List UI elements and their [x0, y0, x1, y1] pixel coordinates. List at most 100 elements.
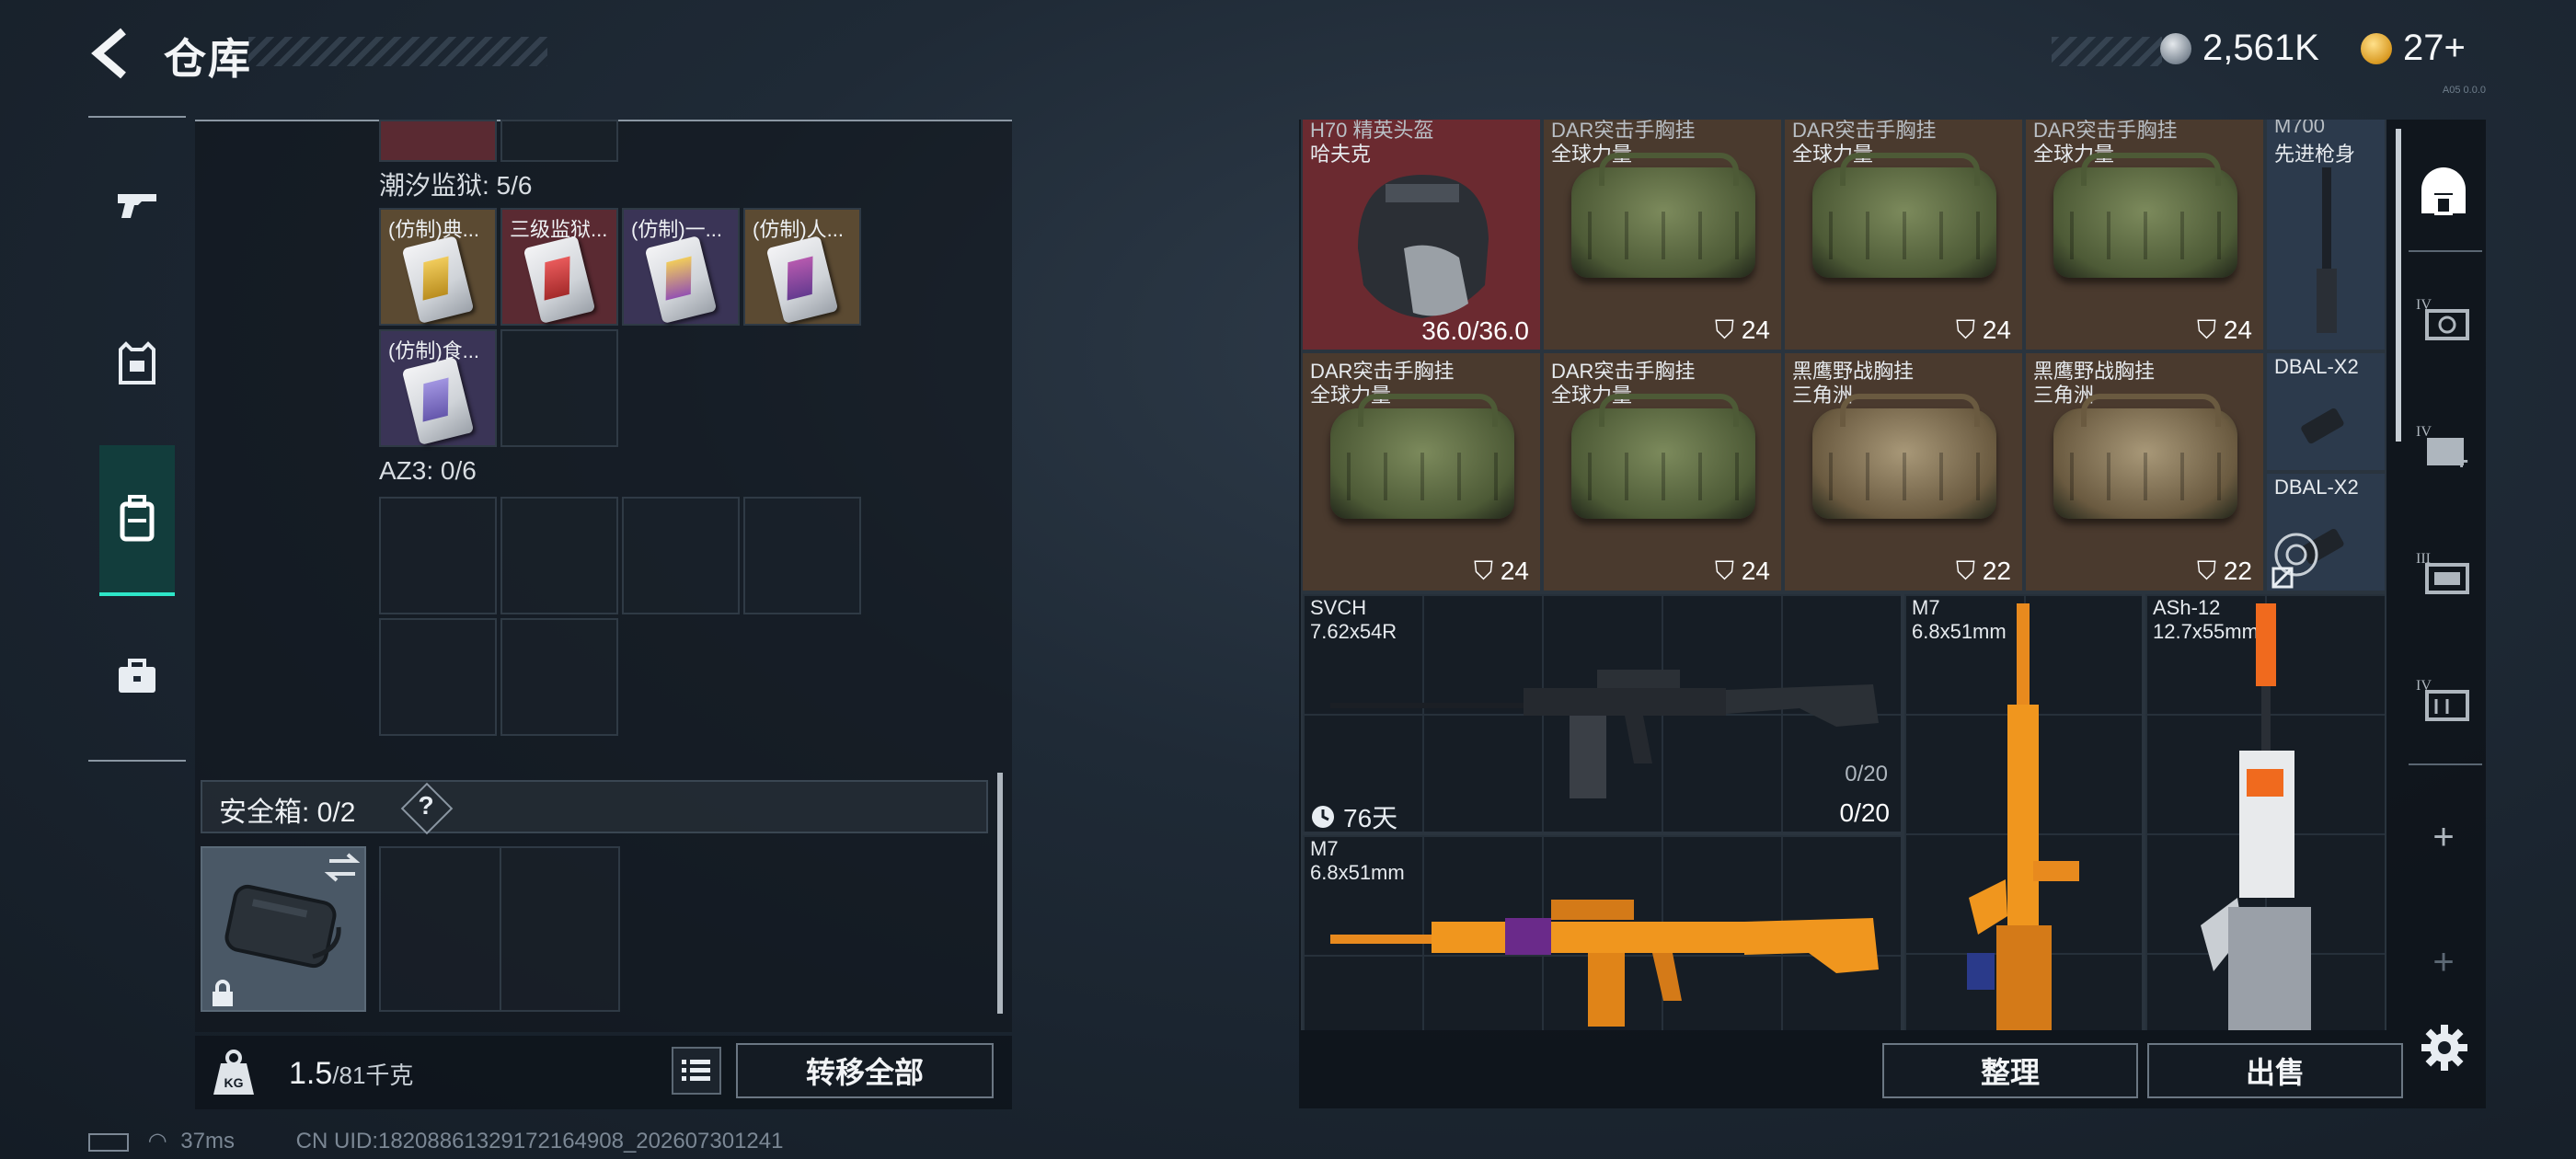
chest-rig-icon: [1571, 394, 1755, 519]
gold-currency[interactable]: 27+: [2361, 28, 2466, 69]
stash-grid: H70 精英头盔 哈夫克 36.0/36.0 DAR突击手胸挂 全球力量 ⛉ 2…: [1301, 120, 2386, 1030]
capacity-value: ⛉ 24: [1474, 557, 1529, 585]
item-chest-rig[interactable]: DAR突击手胸挂 全球力量 ⛉ 24: [2024, 120, 2265, 351]
item-dbal-laser[interactable]: DBAL-X2: [2265, 472, 2386, 592]
chest-rig-icon: [2053, 153, 2237, 278]
sidebar-tab-armor[interactable]: [99, 313, 175, 414]
item-m7-rifle-vertical[interactable]: M7 6.8x51mm: [1903, 592, 2144, 1030]
version-label: A05 0.0.0: [2442, 85, 2486, 96]
empty-slot[interactable]: [500, 497, 618, 614]
briefcase-icon: [119, 659, 155, 693]
swap-icon[interactable]: [324, 852, 361, 883]
item-chest-rig[interactable]: DAR突击手胸挂 全球力量 ⛉ 24: [1301, 351, 1542, 592]
stash-tab-4-plus[interactable]: IV +: [2407, 399, 2480, 491]
tab-divider: [2409, 763, 2482, 765]
stash-tab-3[interactable]: III: [2407, 526, 2480, 618]
sell-button[interactable]: 出售: [2147, 1043, 2403, 1098]
silver-coin-icon: [2160, 32, 2191, 64]
item-cell[interactable]: (仿制)食...: [379, 329, 497, 447]
gun-barrel-icon: [2317, 167, 2337, 333]
rifle-icon: [2201, 603, 2311, 1030]
item-name: SVCH: [1310, 596, 1367, 619]
stash-scrollbar[interactable]: [2396, 129, 2401, 442]
magazine-ammo: 0/20: [1845, 762, 1888, 786]
sidebar-tab-case[interactable]: [99, 625, 175, 727]
transfer-all-button[interactable]: 转移全部: [736, 1043, 994, 1098]
gun-icon: [118, 194, 156, 218]
item-sub: 先进枪身: [2274, 143, 2356, 166]
list-view-button[interactable]: [672, 1047, 721, 1095]
stash-tab-4-icon: IV: [2416, 297, 2469, 340]
lock-icon: [213, 980, 233, 1006]
partial-item-cell[interactable]: [500, 120, 618, 162]
weight-readout: 1.5/81千克: [289, 1056, 413, 1092]
sort-button[interactable]: 整理: [1882, 1043, 2138, 1098]
battery-icon: [88, 1132, 129, 1152]
capacity-value: ⛉ 24: [2197, 316, 2252, 344]
sidebar-tab-backpack[interactable]: [99, 445, 175, 596]
item-chest-rig[interactable]: DAR突击手胸挂 全球力量 ⛉ 24: [1783, 120, 2024, 351]
item-cell[interactable]: 三级监狱...: [500, 208, 618, 326]
item-cell[interactable]: (仿制)典...: [379, 208, 497, 326]
clock-icon: [1312, 806, 1334, 828]
item-chest-rig[interactable]: 黑鹰野战胸挂 三角洲 ⛉ 22: [1783, 351, 2024, 592]
back-button[interactable]: [85, 26, 140, 81]
item-name: (仿制)典...: [388, 218, 479, 241]
capacity-icon: ⛉: [2197, 316, 2217, 344]
loaded-ammo: 0/20: [1839, 798, 1891, 827]
stash-tab-4[interactable]: IV: [2407, 272, 2480, 364]
silver-currency-value: 2,561K: [2202, 28, 2319, 68]
uid-label: CN UID:18208861329172164908_202607301241: [295, 1129, 784, 1153]
item-cell[interactable]: (仿制)一...: [622, 208, 740, 326]
item-chest-rig[interactable]: 黑鹰野战胸挂 三角洲 ⛉ 22: [2024, 351, 2265, 592]
item-name: M700: [2274, 120, 2326, 137]
item-cell[interactable]: (仿制)人...: [743, 208, 861, 326]
add-tab-icon[interactable]: +: [2407, 916, 2480, 1008]
chest-rig-icon: [2053, 394, 2237, 519]
container-label: 潮汐监狱: 5/6: [379, 171, 533, 200]
empty-slot[interactable]: [500, 618, 618, 736]
gear-icon[interactable]: [2420, 1023, 2469, 1073]
item-m700-barrel[interactable]: M700 先进枪身: [2265, 120, 2386, 351]
empty-slot[interactable]: [622, 497, 740, 614]
chest-rig-icon: [1571, 153, 1755, 278]
title-decoration: [248, 37, 547, 66]
durability-value: 36.0/36.0: [1421, 316, 1529, 345]
rental-timer: 76天: [1310, 798, 1397, 832]
item-name: DBAL-X2: [2274, 476, 2359, 499]
capacity-icon: ⛉: [1715, 557, 1735, 585]
item-helmet[interactable]: H70 精英头盔 哈夫克 36.0/36.0: [1301, 120, 1542, 351]
stash-tab-home[interactable]: [2407, 145, 2480, 237]
empty-slot[interactable]: [379, 618, 497, 736]
container-label: AZ3: 0/6: [379, 456, 477, 485]
stash-tab-4b[interactable]: IV: [2407, 653, 2480, 745]
empty-slot[interactable]: [379, 497, 497, 614]
item-svch-rifle[interactable]: SVCH 7.62x54R 76天 0/20 0/20: [1301, 592, 1903, 833]
item-chest-rig[interactable]: DAR突击手胸挂 全球力量 ⛉ 24: [1542, 120, 1783, 351]
weight-icon: KG: [213, 1050, 254, 1095]
silver-currency: 2,561K: [2160, 28, 2319, 69]
partial-item-cell[interactable]: [379, 120, 497, 162]
card-item-icon: [401, 356, 475, 446]
add-tab-icon[interactable]: +: [2407, 791, 2480, 883]
rifle-icon: [1330, 900, 1879, 1027]
capacity-icon: ⛉: [1715, 316, 1735, 344]
item-chest-rig[interactable]: DAR突击手胸挂 全球力量 ⛉ 24: [1542, 351, 1783, 592]
chest-rig-icon: [1812, 394, 1996, 519]
item-m7-rifle[interactable]: M7 6.8x51mm: [1301, 833, 1903, 1030]
item-ash12-rifle-vertical[interactable]: ASh-12 12.7x55mm: [2144, 592, 2386, 1030]
inventory-scrollbar[interactable]: [997, 773, 1003, 1014]
capacity-icon: ⛉: [1956, 557, 1976, 585]
item-name: M7: [1310, 837, 1339, 860]
item-name: 三级监狱...: [510, 218, 608, 241]
empty-slot[interactable]: [500, 329, 618, 447]
sidebar-tab-weapons[interactable]: [99, 155, 175, 256]
rifle-icon: [1330, 670, 1879, 798]
empty-slot[interactable]: [743, 497, 861, 614]
capacity-value: ⛉ 24: [1956, 316, 2011, 344]
card-item-icon: [523, 235, 596, 325]
status-bar: ◠ 37ms CN UID:18208861329172164908_20260…: [88, 1128, 783, 1154]
item-name: M7: [1912, 596, 1940, 619]
item-dbal-laser[interactable]: DBAL-X2: [2265, 351, 2386, 472]
sidebar-divider-bottom: [88, 760, 186, 762]
